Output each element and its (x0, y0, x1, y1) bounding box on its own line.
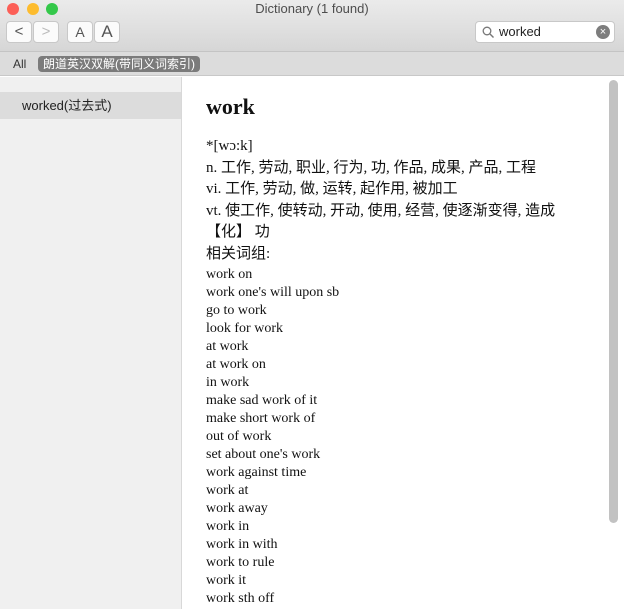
headword: work (206, 94, 255, 119)
back-button[interactable]: < (6, 21, 32, 43)
definition-line: vt. 使工作, 使转动, 开动, 使用, 经营, 使逐渐变得, 造成 (206, 202, 556, 219)
window-title: Dictionary (1 found) (255, 1, 369, 16)
phrase-item[interactable]: work in (206, 518, 555, 536)
phrase-item[interactable]: at work on (206, 356, 555, 374)
phrase-item[interactable]: work one's will upon sb (206, 284, 555, 302)
tab-langdao[interactable]: 朗道英汉双解(带同义词索引) (38, 56, 200, 72)
phrase-item[interactable]: make sad work of it (206, 392, 555, 410)
dictionary-tabs: All 朗道英汉双解(带同义词索引) (0, 52, 624, 76)
phrase-item[interactable]: work in with (206, 536, 555, 554)
search-icon (482, 26, 494, 38)
definition-line: vi. 工作, 劳动, 做, 运转, 起作用, 被加工 (206, 181, 458, 198)
pronunciation: *[wɔ:k] (206, 138, 253, 154)
clear-search-icon[interactable]: × (596, 25, 610, 39)
phrase-item[interactable]: work at (206, 482, 555, 500)
search-input[interactable]: worked × (475, 21, 615, 43)
phrase-item[interactable]: make short work of (206, 410, 555, 428)
results-sidebar: worked(过去式) (0, 77, 182, 609)
phrases-label: 相关词组: (206, 245, 271, 262)
phrase-item[interactable]: work against time (206, 464, 555, 482)
phrase-item[interactable]: in work (206, 374, 555, 392)
definition-line: n. 工作, 劳动, 职业, 行为, 功, 作品, 成果, 产品, 工程 (206, 159, 537, 176)
phrase-item[interactable]: work on (206, 266, 555, 284)
definition-line: 【化】 功 (206, 224, 270, 241)
result-item[interactable]: worked(过去式) (0, 92, 181, 119)
phrase-item[interactable]: look for work (206, 320, 555, 338)
phrase-item[interactable]: at work (206, 338, 555, 356)
phrase-item[interactable]: work away (206, 500, 555, 518)
font-larger-button[interactable]: A (94, 21, 120, 43)
font-smaller-button[interactable]: A (67, 21, 93, 43)
phrase-item[interactable]: work to rule (206, 554, 555, 572)
title-bar: Dictionary (1 found) < > A A worked × (0, 0, 624, 52)
phrase-item[interactable]: go to work (206, 302, 555, 320)
phrase-item[interactable]: set about one's work (206, 446, 555, 464)
phrase-item[interactable]: out of work (206, 428, 555, 446)
search-value: worked (499, 24, 541, 39)
tab-all[interactable]: All (13, 57, 26, 71)
entry-content: work *[wɔ:k] n. 工作, 劳动, 职业, 行为, 功, 作品, 成… (206, 92, 555, 608)
forward-button[interactable]: > (33, 21, 59, 43)
scrollbar-thumb[interactable] (609, 80, 618, 523)
phrase-item[interactable]: work sth off (206, 590, 555, 608)
phrase-item[interactable]: work it (206, 572, 555, 590)
